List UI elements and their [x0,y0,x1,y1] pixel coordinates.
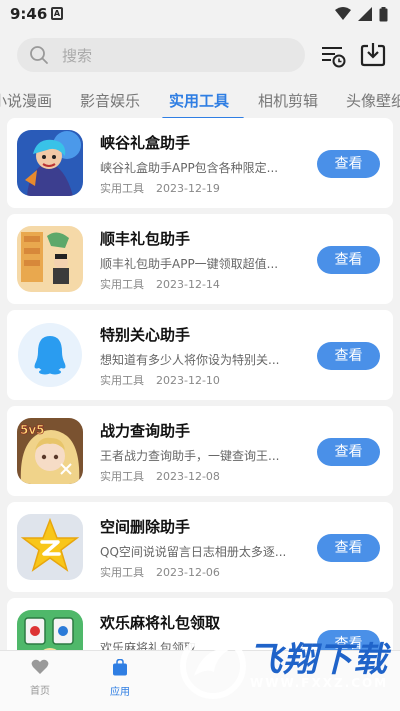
app-name: 峡谷礼盒助手 [100,134,191,152]
heart-icon [31,659,49,674]
list-item[interactable]: 特别关心助手 想知道有多少人将你设为特别关... 实用工具 2023-12-10 … [7,310,393,400]
battery-icon [379,6,388,21]
category-tabs: 小说漫画 影音娱乐 实用工具 相机剪辑 头像壁纸 [0,84,400,120]
app-description: 顺丰礼包助手APP一键领取超值... [100,257,279,271]
app-name: 顺丰礼包助手 [100,230,191,248]
bottom-nav: 首页 应用 [0,650,400,711]
view-button[interactable]: 查看 [317,246,380,274]
signal-icon [358,7,372,21]
app-name: 空间删除助手 [100,518,191,536]
app-category: 实用工具 [100,470,144,483]
app-description: 峡谷礼盒助手APP包含各种限定... [100,161,279,175]
app-meta: 实用工具 2023-12-14 [100,276,220,292]
nav-apps[interactable]: 应用 [90,658,150,698]
status-bar: 9:46 A [0,0,400,28]
app-description: 王者战力查询助手，一键查询王... [100,449,280,463]
tab-utility-tools[interactable]: 实用工具 [169,90,229,111]
download-icon [360,43,386,67]
search-input[interactable]: 搜索 [17,38,305,72]
nav-home-label: 首页 [30,686,50,697]
list-item[interactable]: 5v5 战力查询助手 王者战力查询助手，一键查询王... 实用工具 2023-12… [7,406,393,496]
wifi-icon [335,7,351,20]
app-name: 欢乐麻将礼包领取 [100,614,221,632]
app-description: QQ空间说说留言日志相册太多逐... [100,545,287,559]
search-icon [30,46,48,64]
app-name: 特别关心助手 [100,326,191,344]
download-manager-button[interactable] [359,40,387,68]
list-item[interactable]: 峡谷礼盒助手 峡谷礼盒助手APP包含各种限定... 实用工具 2023-12-19… [7,118,393,208]
app-date: 2023-12-19 [156,182,220,195]
tab-novel-comics[interactable]: 小说漫画 [0,90,52,111]
bag-icon [113,658,127,676]
app-date: 2023-12-14 [156,278,220,291]
app-list: 峡谷礼盒助手 峡谷礼盒助手APP包含各种限定... 实用工具 2023-12-19… [0,118,400,650]
app-date: 2023-12-08 [156,470,220,483]
view-button[interactable]: 查看 [317,630,380,650]
app-icon-canyon-gift [17,130,83,196]
app-icon-special-care [17,322,83,388]
app-meta: 实用工具 2023-12-19 [100,180,220,196]
app-description: 想知道有多少人将你设为特别关... [100,353,280,367]
app-meta: 实用工具 2023-12-10 [100,372,220,388]
nav-apps-label: 应用 [110,687,130,698]
app-category: 实用工具 [100,182,144,195]
status-icons [335,6,388,22]
nav-home[interactable]: 首页 [10,659,70,697]
view-button[interactable]: 查看 [317,438,380,466]
app-category: 实用工具 [100,278,144,291]
app-description: 欢乐麻将礼包领取 [100,641,197,650]
view-button[interactable]: 查看 [317,534,380,562]
tab-camera-editing[interactable]: 相机剪辑 [258,90,318,111]
app-icon-mahjong [17,610,83,650]
app-icon-power-query: 5v5 [17,418,83,484]
search-placeholder: 搜索 [62,47,93,65]
sort-history-button[interactable] [320,43,346,69]
app-meta: 实用工具 2023-12-08 [100,468,220,484]
app-name: 战力查询助手 [100,422,191,440]
app-date: 2023-12-10 [156,374,220,387]
tab-avatar-wallpaper[interactable]: 头像壁纸 [346,90,400,111]
view-button[interactable]: 查看 [317,150,380,178]
search-row: 搜索 [0,28,400,84]
status-time: 9:46 [10,5,48,23]
app-date: 2023-12-06 [156,566,220,579]
notification-icon: A [51,7,63,20]
list-clock-icon [322,47,346,68]
app-icon-qzone-delete [17,514,83,580]
app-meta: 实用工具 2023-12-06 [100,564,220,580]
view-button[interactable]: 查看 [317,342,380,370]
sv5-badge: 5v5 [20,423,45,437]
list-item[interactable]: 欢乐麻将礼包领取 欢乐麻将礼包领取 查看 [7,598,393,650]
app-category: 实用工具 [100,374,144,387]
tab-media-entertainment[interactable]: 影音娱乐 [80,90,140,111]
app-category: 实用工具 [100,566,144,579]
list-item[interactable]: 空间删除助手 QQ空间说说留言日志相册太多逐... 实用工具 2023-12-06… [7,502,393,592]
list-item[interactable]: 顺丰礼包助手 顺丰礼包助手APP一键领取超值... 实用工具 2023-12-14… [7,214,393,304]
app-icon-sf-gift [17,226,83,292]
